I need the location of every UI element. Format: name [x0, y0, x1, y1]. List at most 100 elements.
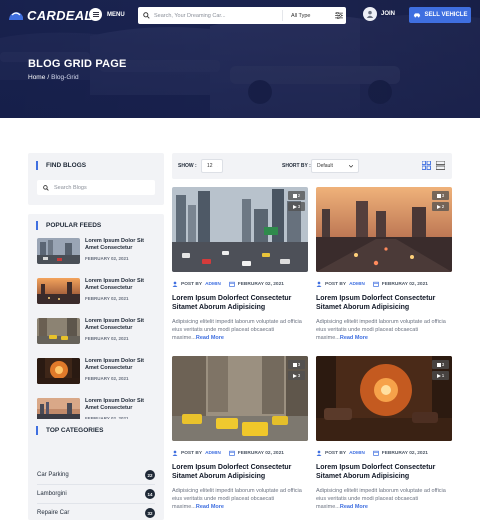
feed-item[interactable]: Lorem Ipsum Dolor Sit Amet Consectetur FE…: [37, 358, 159, 386]
blog-card-image[interactable]: 3 3: [172, 356, 308, 441]
calendar-icon: [229, 450, 235, 456]
feed-thumbnail: [37, 238, 80, 264]
blog-card[interactable]: 3 3 POST BY ADMIN FEBRURAY 02, 2021 Lorem…: [172, 356, 308, 512]
author-link[interactable]: ADMIN: [349, 451, 365, 456]
breadcrumb: Home / Blog-Grid: [28, 74, 79, 81]
sell-vehicle-button[interactable]: SELL VEHICLE: [409, 7, 471, 23]
blog-search-input[interactable]: Search Blogs: [37, 180, 155, 195]
sort-value: Default: [317, 163, 333, 169]
find-blogs-widget: FIND BLOGS Search Blogs: [28, 153, 164, 205]
read-more-link[interactable]: Read More: [340, 335, 368, 341]
image-icon: [292, 362, 297, 367]
menu-label: MENU: [107, 11, 125, 18]
category-count: 32: [145, 508, 155, 518]
category-name: Repaire Car: [37, 510, 70, 516]
post-by-label: POST BY: [181, 450, 203, 456]
video-icon: [292, 373, 297, 378]
popular-feeds-title: POPULAR FEEDS: [36, 221, 101, 230]
author-link[interactable]: ADMIN: [205, 451, 221, 456]
excerpt-text: Adipisicing elitelit impedit laborum vol…: [172, 318, 302, 342]
car-icon: [413, 13, 420, 18]
read-more-link[interactable]: Read More: [196, 504, 224, 510]
breadcrumb-current: Blog-Grid: [51, 74, 79, 81]
top-categories-widget: TOP CATEGORIES Car Parking 22 Lamborgini…: [28, 419, 164, 520]
header-search[interactable]: Search, Your Dreaming Car... All Type: [138, 7, 346, 24]
video-count-badge: 3: [288, 371, 305, 380]
post-by-label: POST BY: [181, 281, 203, 287]
video-icon: [292, 204, 297, 209]
image-count-badge: 3: [288, 360, 305, 369]
video-count-badge: 2: [432, 202, 449, 211]
logo-car-icon: [9, 11, 23, 20]
user-icon: [172, 281, 178, 287]
sort-label: SHORT BY :: [282, 163, 311, 169]
search-input[interactable]: Search, Your Dreaming Car...: [154, 13, 282, 19]
excerpt-text: Adipisicing elitelit impedit laborum vol…: [316, 318, 446, 342]
user-icon: [172, 450, 178, 456]
blog-card-image[interactable]: 3 1: [316, 356, 452, 441]
category-count: 22: [145, 470, 155, 480]
video-icon: [436, 204, 441, 209]
calendar-icon: [373, 450, 379, 456]
category-count: 14: [145, 489, 155, 499]
image-icon: [436, 193, 441, 198]
join-label: JOIN: [381, 11, 396, 17]
category-item[interactable]: Car Parking 22: [37, 470, 155, 480]
feed-date: FEBRUARY 02, 2021: [85, 376, 129, 382]
category-item[interactable]: Lamborgini 14: [37, 489, 155, 499]
blog-card-title[interactable]: Lorem Ipsum Dolorfect Consectetur Sitame…: [316, 463, 452, 482]
video-count: 2: [441, 204, 445, 209]
blog-card-title[interactable]: Lorem Ipsum Dolorfect Consectetur Sitame…: [172, 463, 308, 482]
blog-card-title[interactable]: Lorem Ipsum Dolorfect Consectetur Sitame…: [316, 294, 452, 313]
sell-vehicle-label: SELL VEHICLE: [424, 12, 468, 18]
blog-card-image[interactable]: 2 3: [172, 187, 308, 272]
post-by-label: POST BY: [325, 281, 347, 287]
user-icon: [316, 450, 322, 456]
search-icon: [138, 12, 154, 19]
join-button[interactable]: JOIN: [363, 7, 395, 21]
feed-thumbnail: [37, 318, 80, 344]
blog-card-image[interactable]: 3 2: [316, 187, 452, 272]
video-count-badge: 1: [432, 371, 449, 380]
post-date: FEBRURAY 02, 2021: [381, 450, 428, 456]
type-select[interactable]: All Type: [282, 10, 332, 21]
grid-view-icon[interactable]: [422, 161, 431, 170]
feed-thumbnail: [37, 358, 80, 384]
blog-card-excerpt: Adipisicing elitelit impedit laborum vol…: [172, 487, 308, 512]
blog-card[interactable]: 3 1 POST BY ADMIN FEBRURAY 02, 2021 Lorem…: [316, 356, 452, 512]
image-count: 3: [441, 193, 445, 198]
blog-card[interactable]: 3 2 POST BY ADMIN FEBRURAY 02, 2021 Lorem…: [316, 187, 452, 343]
blog-card-title[interactable]: Lorem Ipsum Dolorfect Consectetur Sitame…: [172, 294, 308, 313]
user-icon: [316, 281, 322, 287]
breadcrumb-home[interactable]: Home: [28, 74, 45, 81]
sort-select[interactable]: Default: [311, 159, 359, 173]
divider: [37, 484, 155, 485]
image-count: 2: [297, 193, 301, 198]
author-link[interactable]: ADMIN: [349, 282, 365, 287]
breadcrumb-separator: /: [47, 74, 50, 81]
video-count: 3: [297, 204, 301, 209]
post-by-label: POST BY: [325, 450, 347, 456]
feed-item[interactable]: Lorem Ipsum Dolor Sit Amet Consectetur FE…: [37, 278, 159, 306]
filter-icon[interactable]: [332, 12, 346, 19]
feed-thumbnail: [37, 278, 80, 304]
blog-card[interactable]: 2 3 POST BY ADMIN FEBRURAY 02, 2021 Lorem…: [172, 187, 308, 343]
category-name: Car Parking: [37, 472, 69, 478]
grid-toolbar: SHOW : 12 SHORT BY : Default: [172, 153, 452, 179]
calendar-icon: [373, 281, 379, 287]
show-select[interactable]: 12: [201, 159, 223, 173]
popular-feeds-widget: POPULAR FEEDS Lorem Ipsum Dolor Sit Amet…: [28, 214, 164, 435]
author-link[interactable]: ADMIN: [205, 282, 221, 287]
top-categories-title: TOP CATEGORIES: [36, 426, 103, 435]
page-title: BLOG GRID PAGE: [28, 58, 127, 70]
site-logo[interactable]: CARDEAL: [8, 8, 93, 23]
list-view-icon[interactable]: [436, 161, 445, 170]
category-item[interactable]: Repaire Car 32: [37, 508, 155, 518]
feed-item[interactable]: Lorem Ipsum Dolor Sit Amet Consectetur FE…: [37, 318, 159, 346]
read-more-link[interactable]: Read More: [196, 335, 224, 341]
divider: [37, 503, 155, 504]
show-label: SHOW :: [178, 163, 197, 169]
read-more-link[interactable]: Read More: [340, 504, 368, 510]
feed-item[interactable]: Lorem Ipsum Dolor Sit Amet Consectetur FE…: [37, 238, 159, 266]
menu-button[interactable]: MENU: [89, 8, 125, 21]
